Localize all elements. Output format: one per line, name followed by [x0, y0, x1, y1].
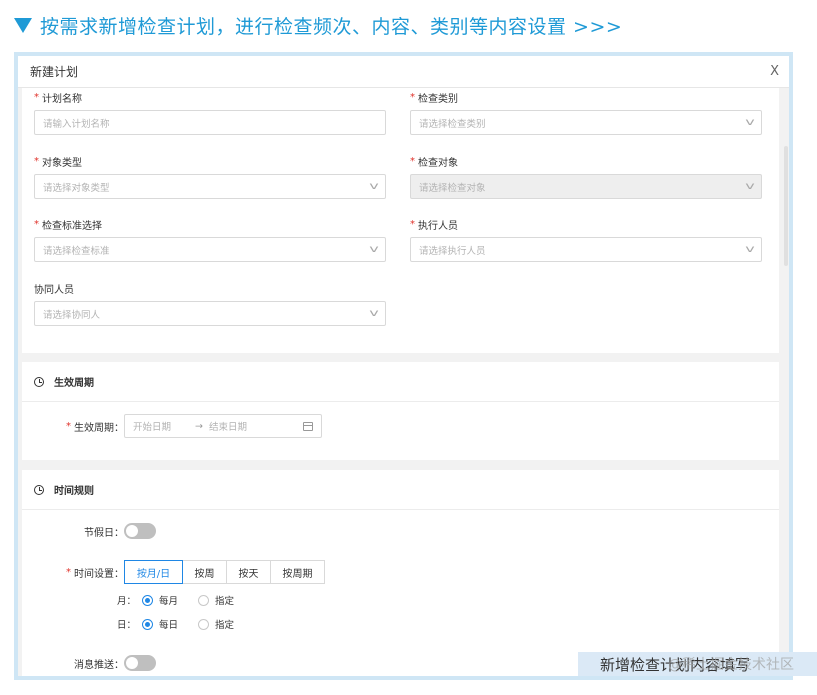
banner-text: 按需求新增检查计划，进行检查频次、内容、类别等内容设置 >>>: [40, 15, 623, 38]
check-category-select[interactable]: 请选择检查类别 v: [410, 110, 762, 135]
chevron-down-icon: v: [369, 244, 379, 255]
object-type-field: * 对象类型 请选择对象类型 v: [34, 154, 386, 199]
assistant-select[interactable]: 请选择协同人 v: [34, 301, 386, 326]
end-date-input[interactable]: 结束日期: [209, 419, 247, 433]
section-header-rules: 时间规则: [22, 470, 779, 510]
arrow-right-icon: →: [195, 420, 203, 432]
dialog-header: 新建计划 X: [18, 56, 789, 88]
plan-name-field: * 计划名称 请输入计划名称: [34, 90, 386, 135]
object-type-label: 对象类型: [42, 157, 82, 169]
day-label: 日：: [116, 620, 136, 631]
check-object-field: * 检查对象 请选择检查对象 v: [410, 154, 762, 199]
executor-select[interactable]: 请选择执行人员 v: [410, 237, 762, 262]
dialog-body[interactable]: * 计划名称 请输入计划名称 * 检查类别 请选择检查类别 v * 对象类型 请选择对象…: [18, 88, 789, 676]
time-setting-label: * 时间设置：: [66, 566, 124, 580]
clock-icon: [34, 376, 44, 387]
radio-every-day[interactable]: [142, 618, 153, 630]
check-category-field: * 检查类别 请选择检查类别 v: [410, 90, 762, 135]
period-label: * 生效周期：: [66, 420, 124, 434]
assistant-label: 协同人员: [34, 284, 74, 296]
check-standard-select[interactable]: 请选择检查标准 v: [34, 237, 386, 262]
executor-label: 执行人员: [418, 220, 458, 232]
push-label: 消息推送：: [74, 659, 124, 671]
dialog-frame: 新建计划 X * 计划名称 请输入计划名称 * 检查类别 请选择检查类别 v * 对象类…: [14, 52, 793, 680]
radio-specify-month[interactable]: [198, 594, 210, 606]
clock-icon: [34, 484, 44, 495]
watermark: @稀土掘金技术社区: [668, 657, 794, 673]
check-standard-field: * 检查标准选择 请选择检查标准 v: [34, 217, 386, 262]
holiday-toggle[interactable]: [124, 523, 156, 539]
triangle-down-icon: [14, 17, 32, 33]
basic-info-card: * 计划名称 请输入计划名称 * 检查类别 请选择检查类别 v * 对象类型 请选择对象…: [22, 88, 779, 353]
plan-name-input[interactable]: 请输入计划名称: [34, 110, 386, 135]
section-header-period: 生效周期: [22, 362, 779, 402]
radio-specify-day[interactable]: [198, 618, 210, 630]
radio-every-month[interactable]: [142, 594, 153, 606]
chevron-down-icon: v: [369, 181, 379, 192]
chevron-down-icon: v: [745, 117, 755, 128]
time-rules-card: 时间规则 节假日： * 时间设置： 按月/日 按周 按天 按周期 月： 每月 指定: [22, 470, 779, 676]
tab-by-cycle[interactable]: 按周期: [270, 560, 325, 584]
scrollbar[interactable]: [784, 146, 788, 266]
assistant-field: 协同人员 请选择协同人 v: [34, 281, 386, 326]
tab-by-day[interactable]: 按天: [226, 560, 271, 584]
check-standard-label: 检查标准选择: [42, 220, 102, 232]
object-type-select[interactable]: 请选择对象类型 v: [34, 174, 386, 199]
period-section-title: 生效周期: [54, 378, 94, 389]
time-setting-tabs: 按月/日 按周 按天 按周期: [124, 560, 325, 584]
holiday-label: 节假日：: [84, 527, 124, 539]
check-object-select[interactable]: 请选择检查对象 v: [410, 174, 762, 199]
tab-by-month-day[interactable]: 按月/日: [124, 560, 183, 584]
rules-section-title: 时间规则: [54, 486, 94, 497]
page-banner: 按需求新增检查计划，进行检查频次、内容、类别等内容设置 >>>: [14, 10, 622, 40]
plan-name-label: 计划名称: [42, 93, 82, 105]
month-radio-row: 月： 每月 指定: [112, 592, 254, 608]
check-object-label: 检查对象: [418, 157, 458, 169]
push-toggle[interactable]: [124, 655, 156, 671]
start-date-input[interactable]: 开始日期: [133, 419, 171, 433]
close-icon[interactable]: X: [770, 64, 779, 79]
check-category-label: 检查类别: [418, 93, 458, 105]
date-range-picker[interactable]: 开始日期 → 结束日期: [124, 414, 322, 438]
chevron-down-icon: v: [369, 308, 379, 319]
effective-period-card: 生效周期 * 生效周期： 开始日期 → 结束日期: [22, 362, 779, 460]
chevron-down-icon: v: [745, 244, 755, 255]
tab-by-week[interactable]: 按周: [182, 560, 227, 584]
dialog-title: 新建计划: [30, 65, 79, 79]
chevron-down-icon: v: [745, 181, 755, 192]
calendar-icon: [303, 421, 313, 431]
day-radio-row: 日： 每日 指定: [112, 616, 254, 632]
executor-field: * 执行人员 请选择执行人员 v: [410, 217, 762, 262]
month-label: 月：: [116, 596, 136, 607]
